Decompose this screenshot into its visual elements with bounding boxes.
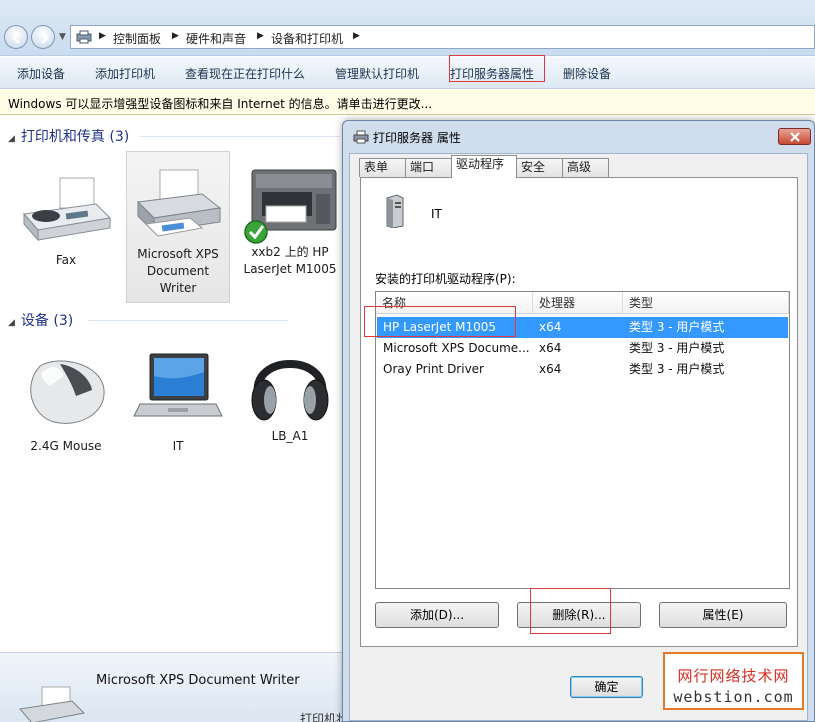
column-header-name[interactable]: 名称: [376, 292, 533, 314]
recent-pages-dropdown[interactable]: ▼: [59, 32, 66, 42]
driver-name: HP LaserJet M1005: [383, 320, 497, 334]
ok-button[interactable]: 确定: [570, 676, 643, 698]
driver-name: Oray Print Driver: [383, 362, 484, 376]
tab-security[interactable]: 安全: [516, 158, 563, 177]
dialog-body: 表单 端口 驱动程序 安全 高级 IT 安装的打印机驱动程序(P): 名称 处理…: [349, 153, 808, 721]
arrow-right-icon: [41, 32, 49, 44]
info-bar-text: Windows 可以显示增强型设备图标和来自 Internet 的信息。请单击进…: [8, 97, 433, 111]
group-divider: [88, 320, 288, 321]
mouse-icon: [30, 360, 105, 424]
watermark-title: 网行网络技术网: [677, 667, 790, 685]
address-row: ▼ ▶ 控制面板 ▶ 硬件和声音 ▶ 设备和打印机 ▶: [0, 0, 815, 56]
tab-forms[interactable]: 表单: [359, 158, 406, 177]
column-header-processor[interactable]: 处理器: [533, 292, 623, 314]
command-bar: 添加设备 添加打印机 查看现在正在打印什么 管理默认打印机 打印服务器属性 删除…: [0, 57, 815, 89]
watermark-url: webstion.com: [673, 688, 794, 706]
device-label: IT: [172, 439, 184, 453]
see-whats-printing-button[interactable]: 查看现在正在打印什么: [185, 65, 305, 82]
printer-icon: [136, 169, 222, 237]
headphones-icon: [251, 360, 329, 421]
device-label: Document: [146, 264, 210, 278]
device-label: LaserJet M1005: [243, 262, 337, 276]
device-headphones[interactable]: LB_A1: [238, 334, 342, 445]
add-printer-button[interactable]: 添加打印机: [95, 65, 155, 82]
address-bar[interactable]: ▶ 控制面板 ▶ 硬件和声音 ▶ 设备和打印机 ▶: [70, 25, 815, 49]
collapse-caret-icon: ◢: [8, 318, 15, 328]
device-label: Writer: [159, 281, 197, 295]
driver-type: 类型 3 - 用户模式: [629, 341, 725, 355]
manage-default-printers-button[interactable]: 管理默认打印机: [335, 65, 419, 82]
driver-processor: x64: [539, 362, 562, 376]
driver-properties-button[interactable]: 属性(E): [659, 602, 787, 628]
laser-printer-icon: [244, 169, 337, 244]
tab-advanced[interactable]: 高级: [562, 158, 609, 177]
server-icon: [386, 194, 404, 228]
forward-button[interactable]: [31, 25, 55, 49]
group-divider: [140, 136, 340, 137]
remove-driver-button[interactable]: 删除(R)...: [517, 602, 641, 628]
laptop-icon: [133, 353, 223, 417]
site-watermark: 网行网络技术网 webstion.com: [663, 652, 804, 710]
driver-name: Microsoft XPS Docume...: [383, 341, 530, 355]
device-label: Fax: [55, 253, 77, 267]
tab-drivers[interactable]: 驱动程序: [451, 155, 517, 178]
device-mouse[interactable]: 2.4G Mouse: [14, 356, 118, 455]
details-device-name: Microsoft XPS Document Writer: [96, 673, 300, 688]
devices-group-header[interactable]: ◢ 设备 (3): [8, 310, 73, 330]
installed-drivers-label: 安装的打印机驱动程序(P):: [375, 272, 516, 286]
server-name: IT: [431, 207, 442, 221]
fax-icon: [23, 177, 112, 242]
remove-device-button[interactable]: 删除设备: [563, 65, 611, 82]
printer-icon: [19, 686, 86, 722]
driver-processor: x64: [539, 320, 562, 334]
driver-row[interactable]: Oray Print Driver x64 类型 3 - 用户模式: [377, 359, 788, 380]
add-device-button[interactable]: 添加设备: [17, 65, 65, 82]
device-label: Microsoft XPS: [137, 247, 219, 261]
breadcrumb-separator-icon[interactable]: ▶: [172, 31, 179, 41]
driver-row[interactable]: HP LaserJet M1005 x64 类型 3 - 用户模式: [377, 317, 788, 338]
breadcrumb-control-panel[interactable]: 控制面板: [113, 30, 161, 47]
breadcrumb-separator-icon[interactable]: ▶: [257, 31, 264, 41]
device-label: xxb2 上的 HP: [251, 245, 329, 259]
column-header-type[interactable]: 类型: [623, 292, 789, 314]
driver-processor: x64: [539, 341, 562, 355]
device-computer-it[interactable]: IT: [126, 352, 230, 455]
devices-printers-icon: [76, 30, 92, 44]
device-label: LB_A1: [271, 429, 309, 443]
printers-group-header[interactable]: ◢ 打印机和传真 (3): [8, 126, 129, 146]
close-icon: [790, 132, 800, 142]
dialog-title: 打印服务器 属性: [373, 131, 461, 145]
device-hp-laserjet[interactable]: xxb2 上的 HP LaserJet M1005: [238, 166, 342, 278]
device-xps-writer[interactable]: Microsoft XPS Document Writer: [126, 151, 230, 303]
arrow-left-icon: [12, 32, 20, 44]
back-button[interactable]: [4, 25, 28, 49]
drivers-tab-panel: IT 安装的打印机驱动程序(P): 名称 处理器 类型 HP LaserJet …: [360, 177, 798, 647]
print-server-properties-dialog: 打印服务器 属性 表单 端口 驱动程序 安全 高级 IT 安装的打印机驱动程序(…: [342, 120, 815, 722]
breadcrumb-separator-icon[interactable]: ▶: [99, 31, 106, 41]
breadcrumb-separator-icon[interactable]: ▶: [353, 31, 360, 41]
device-fax[interactable]: Fax: [14, 174, 118, 269]
breadcrumb-devices-printers[interactable]: 设备和打印机: [271, 30, 343, 47]
tab-ports[interactable]: 端口: [405, 158, 452, 177]
info-bar[interactable]: Windows 可以显示增强型设备图标和来自 Internet 的信息。请单击进…: [0, 89, 815, 115]
close-button[interactable]: [778, 128, 811, 145]
printer-icon: [353, 130, 369, 144]
device-label: 2.4G Mouse: [30, 439, 102, 453]
breadcrumb-hardware-sound[interactable]: 硬件和声音: [186, 30, 246, 47]
driver-row[interactable]: Microsoft XPS Docume... x64 类型 3 - 用户模式: [377, 338, 788, 359]
driver-type: 类型 3 - 用户模式: [629, 362, 725, 376]
add-driver-button[interactable]: 添加(D)...: [375, 602, 499, 628]
driver-type: 类型 3 - 用户模式: [629, 320, 725, 334]
collapse-caret-icon: ◢: [8, 134, 15, 144]
drivers-list[interactable]: 名称 处理器 类型 HP LaserJet M1005 x64 类型 3 - 用…: [375, 291, 790, 589]
print-server-properties-button[interactable]: 打印服务器属性: [450, 65, 534, 82]
